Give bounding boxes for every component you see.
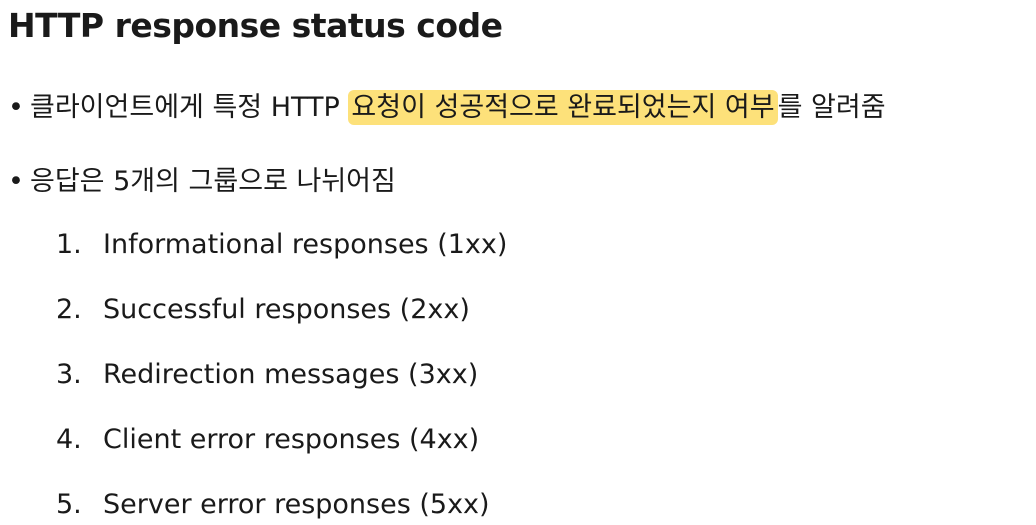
list-number: 1.	[56, 229, 82, 260]
bullet-marker: •	[8, 92, 24, 123]
list-label: Informational responses (1xx)	[103, 229, 508, 260]
bullet-item-2: • 응답은 5개의 그룹으로 나뉘어짐	[8, 162, 396, 202]
bullet-item-1: • 클라이언트에게 특정 HTTP 요청이 성공적으로 완료되었는지 여부 를 알려…	[8, 88, 886, 128]
list-item: 2. Successful responses (2xx)	[56, 290, 470, 330]
highlighted-text: 요청이 성공적으로 완료되었는지 여부	[348, 90, 778, 125]
list-item: 5. Server error responses (5xx)	[56, 485, 490, 525]
bullet-text-end: 를 알려줌	[777, 92, 886, 123]
list-item: 4. Client error responses (4xx)	[56, 420, 479, 460]
list-number: 3.	[56, 359, 82, 390]
list-number: 5.	[56, 489, 82, 520]
bullet-text: 응답은 5개의 그룹으로 나뉘어짐	[30, 166, 396, 197]
list-item: 3. Redirection messages (3xx)	[56, 355, 478, 395]
page-title: HTTP response status code	[8, 6, 503, 45]
list-label: Successful responses (2xx)	[103, 294, 470, 325]
list-item: 1. Informational responses (1xx)	[56, 225, 507, 265]
list-number: 2.	[56, 294, 82, 325]
list-label: Redirection messages (3xx)	[103, 359, 479, 390]
list-label: Client error responses (4xx)	[103, 424, 480, 455]
list-label: Server error responses (5xx)	[103, 489, 490, 520]
bullet-marker: •	[8, 166, 24, 197]
list-number: 4.	[56, 424, 82, 455]
bullet-text-start: 클라이언트에게 특정 HTTP	[30, 92, 349, 123]
